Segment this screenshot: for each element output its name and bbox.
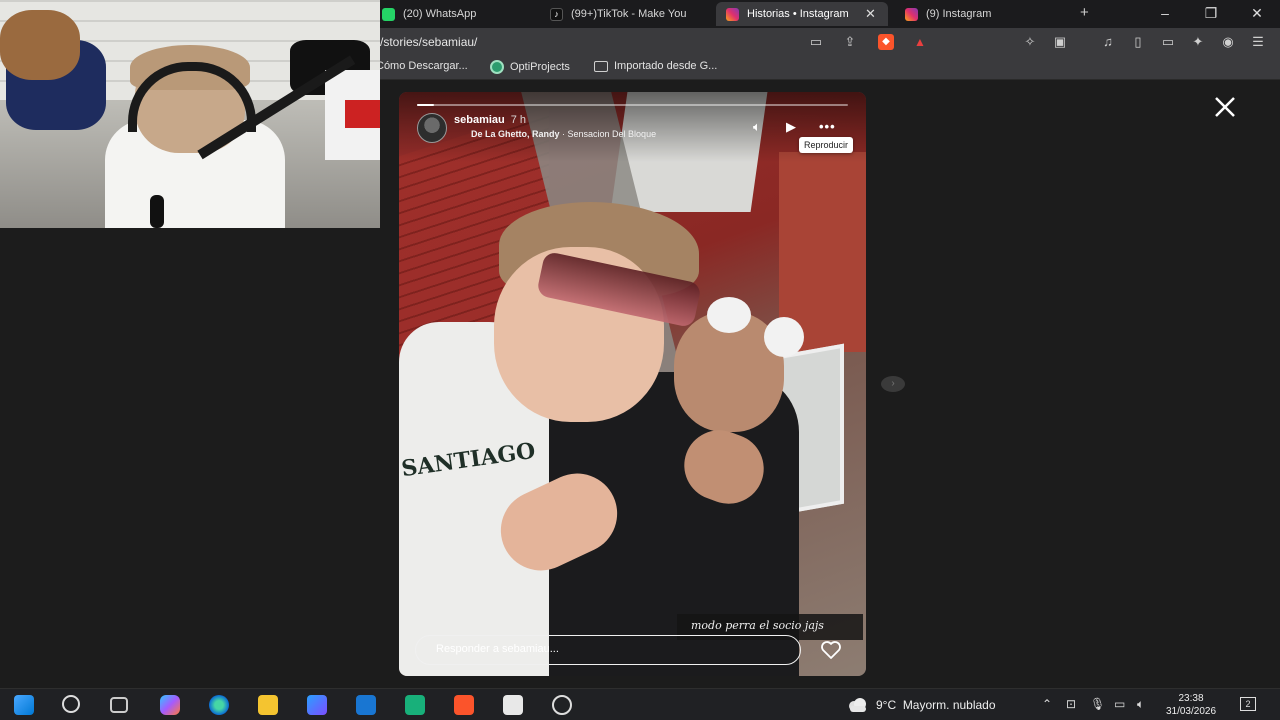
- username-text[interactable]: sebamiau: [454, 114, 505, 126]
- story-viewer[interactable]: SANTIAGO sebamiau 7 h De La Ghetto, Randy…: [399, 92, 866, 676]
- tab-title: (99+)TikTok - Make You: [571, 8, 687, 20]
- dog-filter-ear: [764, 317, 804, 357]
- instagram-icon: [726, 7, 739, 21]
- tab-title: Historias • Instagram: [747, 8, 849, 20]
- tab-tiktok[interactable]: ♪ (99+)TikTok - Make You: [540, 2, 710, 26]
- weather-cloud-icon: [849, 698, 866, 712]
- heart-icon[interactable]: [819, 638, 843, 662]
- webcam-microphone: [150, 195, 164, 228]
- edge-icon[interactable]: [209, 695, 229, 715]
- task-view-icon[interactable]: [110, 697, 128, 713]
- clock-date: 31/03/2026: [1165, 706, 1217, 717]
- terminal-icon[interactable]: [503, 695, 523, 715]
- app-icon[interactable]: [405, 695, 425, 715]
- webcam-overlay: [0, 0, 380, 228]
- search-icon[interactable]: [62, 695, 80, 713]
- brave-shields-icon[interactable]: ◆: [878, 34, 894, 50]
- media-icon[interactable]: ▣: [1052, 34, 1068, 50]
- song-separator: ·: [559, 129, 568, 139]
- tab-whatsapp[interactable]: (20) WhatsApp: [372, 2, 532, 26]
- dog-filter-ear: [707, 297, 751, 333]
- story-progress-fill: [417, 104, 435, 106]
- new-tab-button[interactable]: +: [1080, 4, 1089, 21]
- volume-icon[interactable]: 🔈︎: [753, 119, 761, 135]
- more-options-icon[interactable]: •••: [819, 119, 836, 134]
- cast-icon[interactable]: ▭: [808, 34, 824, 50]
- windows-taskbar: 9°C Mayorm. nublado ⌃ ⊡ 🎙︎ ▭ 🔈︎ 23:38 31…: [0, 688, 1280, 720]
- reply-input[interactable]: Responder a sebamiau...: [415, 635, 801, 665]
- tab-instagram-stories[interactable]: Historias • Instagram ✕: [716, 2, 888, 26]
- bookmark-optiprojects[interactable]: OptiProjects: [490, 60, 570, 74]
- story-photo: SANTIAGO: [399, 92, 866, 676]
- song-artist: De La Ghetto, Randy: [471, 129, 560, 139]
- music-icon[interactable]: ♫: [1100, 34, 1116, 50]
- bookmark-label: Importado desde G...: [614, 60, 718, 72]
- brave-icon[interactable]: [454, 695, 474, 715]
- play-icon[interactable]: ▶: [786, 119, 796, 135]
- file-explorer-icon[interactable]: [258, 695, 278, 715]
- sidebar-icon[interactable]: ▯: [1130, 34, 1146, 50]
- story-username[interactable]: sebamiau 7 h: [454, 114, 526, 126]
- extensions-icon[interactable]: ✧: [1022, 34, 1038, 50]
- whatsapp-icon: [382, 7, 395, 21]
- wallet-icon[interactable]: ▭: [1160, 34, 1176, 50]
- bookmark-label: OptiProjects: [510, 61, 570, 73]
- tray-app-icon[interactable]: ⊡: [1066, 697, 1076, 711]
- clock[interactable]: 23:38 31/03/2026: [1162, 692, 1220, 718]
- webcam-teddy-bear: [0, 10, 80, 80]
- copilot-icon[interactable]: [160, 695, 180, 715]
- notification-center-icon[interactable]: 2: [1240, 697, 1256, 711]
- webcam-red-item: [345, 100, 380, 128]
- network-icon[interactable]: ▭: [1114, 697, 1125, 711]
- leo-ai-icon[interactable]: ✦: [1190, 34, 1206, 50]
- story-time-ago: 7 h: [510, 114, 527, 126]
- bookmark-como-descargar[interactable]: Cómo Descargar...: [376, 60, 468, 72]
- clock-time: 23:38: [1178, 693, 1204, 704]
- volume-tray-icon[interactable]: 🔈︎: [1137, 697, 1144, 712]
- vpn-icon[interactable]: ◉: [1220, 34, 1236, 50]
- tab-instagram[interactable]: (9) Instagram: [895, 2, 1055, 26]
- minimize-button[interactable]: –: [1155, 5, 1175, 21]
- close-tab-icon[interactable]: ✕: [865, 6, 876, 22]
- tiktok-icon: ♪: [550, 7, 563, 21]
- tray-chevron-icon[interactable]: ⌃: [1042, 697, 1052, 711]
- optiprojects-icon: [490, 60, 504, 74]
- notification-count: 2: [1245, 699, 1251, 709]
- close-window-button[interactable]: ✕: [1247, 5, 1267, 22]
- story-song[interactable]: De La Ghetto, Randy · Sensacion Del Bloq…: [471, 129, 656, 139]
- instagram-icon: [905, 7, 918, 21]
- brave-rewards-icon[interactable]: ▲: [912, 34, 928, 50]
- outlook-icon[interactable]: [356, 695, 376, 715]
- weather-temp: 9°C: [876, 698, 897, 712]
- microsoft-store-icon[interactable]: [307, 695, 327, 715]
- menu-icon[interactable]: ☰: [1250, 34, 1266, 50]
- start-icon[interactable]: [14, 695, 34, 715]
- url-field[interactable]: /stories/sebamiau/: [380, 35, 477, 49]
- folder-icon: [594, 60, 608, 72]
- bookmark-label: Cómo Descargar...: [376, 60, 468, 72]
- next-story-arrow-icon[interactable]: ›: [881, 376, 905, 392]
- share-icon[interactable]: ⇪: [842, 34, 858, 50]
- weather-desc: Mayorm. nublado: [902, 698, 996, 712]
- restore-button[interactable]: ❐: [1201, 5, 1221, 22]
- avatar[interactable]: [417, 113, 447, 143]
- obs-icon[interactable]: [552, 695, 572, 715]
- weather-widget[interactable]: 9°C Mayorm. nublado: [876, 698, 996, 712]
- play-tooltip: Reproducir: [799, 137, 854, 153]
- song-title: Sensacion Del Bloque: [567, 129, 657, 139]
- close-icon[interactable]: [1212, 94, 1238, 120]
- story-progress-bar: [417, 104, 848, 106]
- microphone-icon[interactable]: 🎙︎: [1090, 697, 1105, 711]
- tab-title: (9) Instagram: [926, 8, 992, 20]
- bookmark-importado[interactable]: Importado desde G...: [594, 60, 717, 72]
- tab-title: (20) WhatsApp: [403, 8, 477, 20]
